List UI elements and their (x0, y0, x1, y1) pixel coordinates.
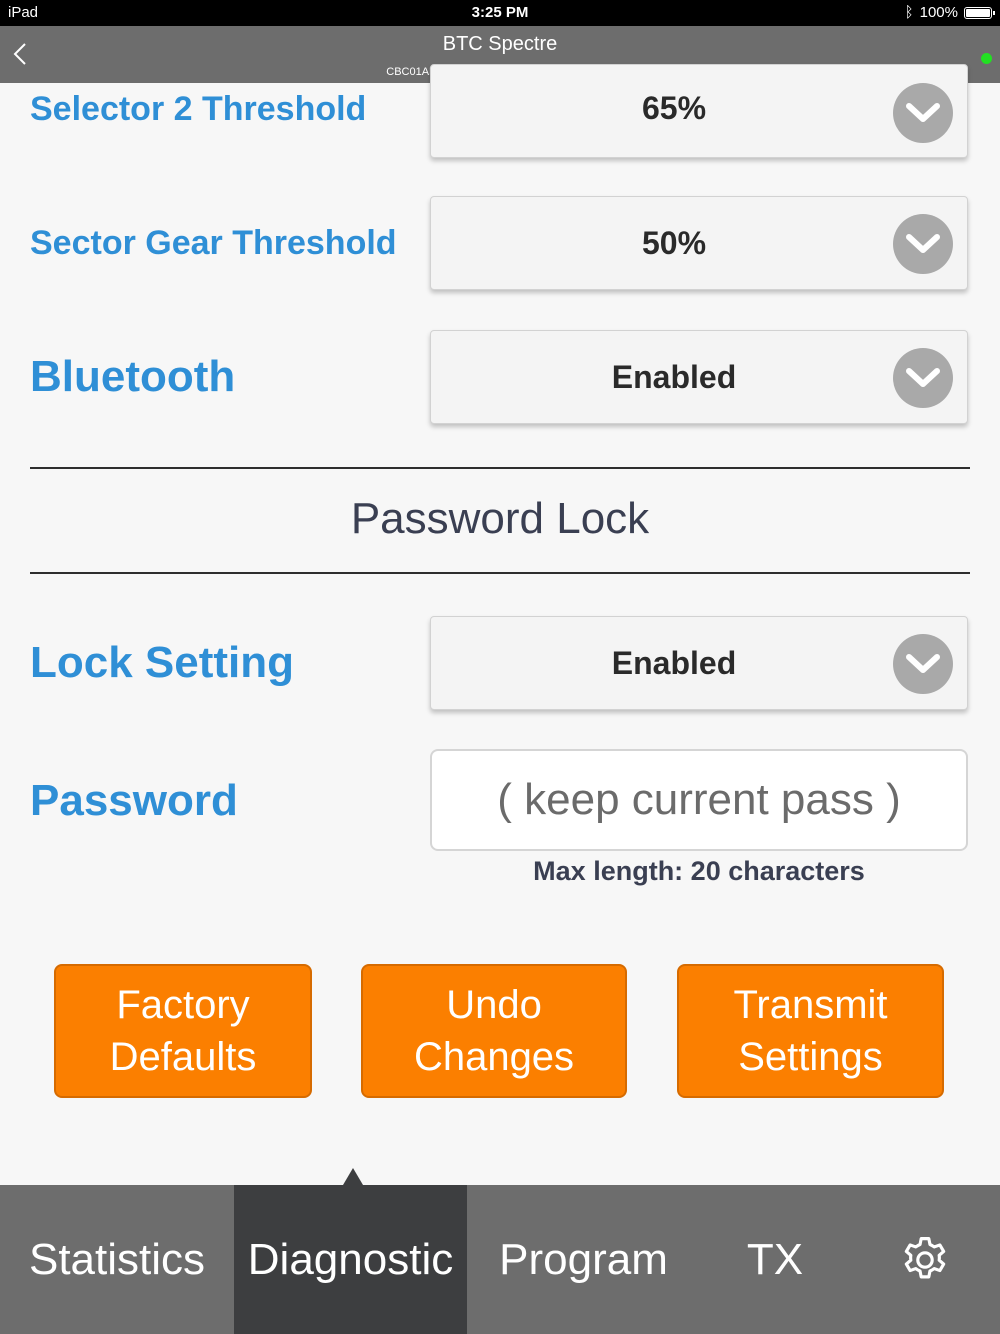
nav-title: BTC Spectre (442, 33, 558, 55)
button-label-line1: Factory (116, 983, 250, 1027)
tab-program[interactable]: Program (467, 1185, 700, 1334)
tab-bar: Statistics Diagnostic Program TX (0, 1185, 1000, 1334)
status-time: 3:25 PM (471, 4, 529, 21)
selector2-threshold-dropdown[interactable]: 65% (430, 64, 968, 158)
factory-defaults-button[interactable]: Factory Defaults (54, 964, 312, 1098)
section-divider-bottom (30, 572, 970, 574)
status-bar: iPad 3:25 PM ᛒ 100% (0, 0, 1000, 26)
chevron-down-icon (893, 214, 953, 274)
chevron-down-icon (893, 348, 953, 408)
connection-status-icon (981, 53, 992, 64)
tab-tx[interactable]: TX (700, 1185, 850, 1334)
button-label-line1: Transmit (733, 983, 888, 1027)
selector2-threshold-value: 65% (641, 89, 707, 126)
button-label-line2: Settings (738, 1035, 883, 1079)
bluetooth-label: Bluetooth (30, 352, 236, 401)
bluetooth-icon: ᛒ (904, 4, 914, 21)
section-divider-top (30, 467, 970, 469)
sector-gear-threshold-label: Sector Gear Threshold (30, 224, 397, 262)
active-tab-indicator (343, 1168, 363, 1185)
button-label-line2: Defaults (109, 1035, 257, 1079)
button-label-line1: Undo (446, 983, 542, 1027)
lock-setting-dropdown[interactable]: Enabled (430, 616, 968, 710)
password-lock-heading: Password Lock (350, 494, 650, 543)
transmit-settings-button[interactable]: Transmit Settings (677, 964, 944, 1098)
bluetooth-value: Enabled (611, 358, 737, 395)
lock-setting-label: Lock Setting (30, 638, 295, 687)
password-input[interactable]: ( keep current pass ) (430, 749, 968, 851)
battery-percent: 100% (919, 4, 958, 21)
selector2-threshold-label: Selector 2 Threshold (30, 90, 367, 128)
tab-diagnostic[interactable]: Diagnostic (234, 1185, 467, 1334)
password-label: Password (30, 776, 238, 825)
undo-changes-button[interactable]: Undo Changes (361, 964, 627, 1098)
tab-settings[interactable] (850, 1185, 1000, 1334)
status-right: ᛒ 100% (904, 4, 995, 21)
chevron-down-icon (893, 83, 953, 143)
tab-statistics[interactable]: Statistics (0, 1185, 234, 1334)
button-label-line2: Changes (413, 1035, 575, 1079)
sector-gear-threshold-dropdown[interactable]: 50% (430, 196, 968, 290)
password-hint: Max length: 20 characters (533, 856, 865, 886)
lock-setting-value: Enabled (611, 644, 737, 681)
sector-gear-threshold-value: 50% (641, 224, 707, 261)
chevron-down-icon (893, 634, 953, 694)
bluetooth-dropdown[interactable]: Enabled (430, 330, 968, 424)
gear-icon (904, 1236, 946, 1278)
battery-icon (964, 6, 995, 19)
